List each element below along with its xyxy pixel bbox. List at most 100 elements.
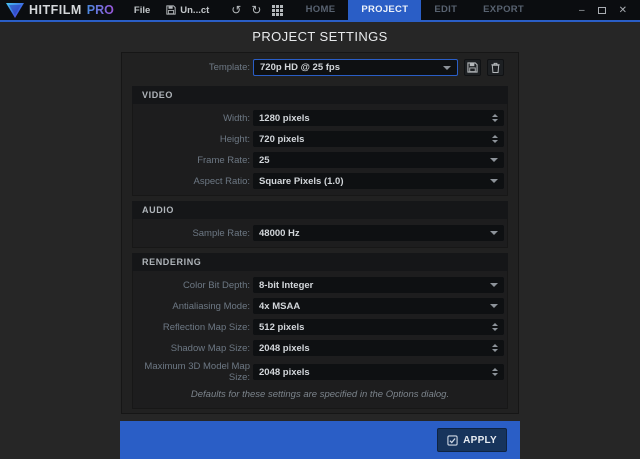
- section-note: Defaults for these settings are specifie…: [133, 388, 507, 402]
- template-row: Template: 720p HD @ 25 fps: [122, 53, 518, 81]
- antialiasing-mode-value: 4x MSAA: [259, 301, 490, 312]
- reflection-map-size-label: Reflection Map Size:: [133, 322, 250, 333]
- antialiasing-mode-field[interactable]: 4x MSAA: [253, 298, 504, 314]
- stepper-up-down-icon[interactable]: [492, 114, 498, 122]
- apply-check-icon: [447, 435, 458, 446]
- stepper-up-icon[interactable]: [492, 114, 498, 117]
- delete-template-button[interactable]: [487, 59, 504, 76]
- brand-suffix: PRO: [87, 3, 114, 17]
- save-icon: [467, 62, 478, 73]
- section-body: Width: 1280 pixels Height: 720 pixels Frame …: [132, 104, 508, 196]
- setting-row: Sample Rate: 48000 Hz: [133, 225, 507, 241]
- antialiasing-mode-label: Antialiasing Mode:: [133, 301, 250, 312]
- sample-rate-label: Sample Rate:: [133, 228, 250, 239]
- dropdown-arrow-icon: [490, 158, 498, 162]
- project-settings-panel: Template: 720p HD @ 25 fps VIDEOWidth:12…: [121, 52, 519, 414]
- dropdown-arrow-icon: [490, 283, 498, 287]
- file-menu[interactable]: File: [134, 5, 150, 16]
- stepper-down-icon[interactable]: [492, 119, 498, 122]
- dropdown-arrow-icon: [490, 179, 498, 183]
- color-bit-depth-value: 8-bit Integer: [259, 280, 490, 291]
- template-label: Template:: [130, 62, 250, 73]
- maximize-icon[interactable]: [598, 7, 606, 14]
- width-field[interactable]: 1280 pixels: [253, 110, 504, 126]
- tab-export[interactable]: EXPORT: [470, 0, 537, 20]
- frame-rate-value: 25: [259, 155, 490, 166]
- main-tabs: HOME PROJECT EDIT EXPORT: [293, 0, 537, 20]
- section-body: Sample Rate: 48000 Hz: [132, 219, 508, 248]
- reflection-map-size-field[interactable]: 512 pixels: [253, 319, 504, 335]
- apply-button[interactable]: APPLY: [437, 428, 507, 452]
- height-field[interactable]: 720 pixels: [253, 131, 504, 147]
- color-bit-depth-field[interactable]: 8-bit Integer: [253, 277, 504, 293]
- undo-icon[interactable]: ↺: [231, 4, 241, 16]
- aspect-ratio-label: Aspect Ratio:: [133, 176, 250, 187]
- hitfilm-logo-icon: [6, 3, 24, 18]
- setting-row: Frame Rate: 25: [133, 152, 507, 168]
- save-template-button[interactable]: [464, 59, 481, 76]
- stepper-down-icon[interactable]: [492, 373, 498, 376]
- stepper-up-down-icon[interactable]: [492, 323, 498, 331]
- sample-rate-value: 48000 Hz: [259, 228, 490, 239]
- project-file-button[interactable]: Un...ct: [166, 5, 209, 16]
- setting-row: Antialiasing Mode: 4x MSAA: [133, 298, 507, 314]
- workspaces-grid-icon[interactable]: [272, 5, 283, 16]
- maximum-3d-model-map-size-label: Maximum 3D Model Map Size:: [133, 361, 250, 383]
- trash-icon: [490, 62, 501, 73]
- stepper-up-icon[interactable]: [492, 135, 498, 138]
- color-bit-depth-label: Color Bit Depth:: [133, 280, 250, 291]
- save-icon: [166, 5, 176, 15]
- shadow-map-size-field[interactable]: 2048 pixels: [253, 340, 504, 356]
- shadow-map-size-value: 2048 pixels: [259, 343, 492, 354]
- settings-section-video: VIDEOWidth:1280 pixelsHeight:720 pixelsF…: [132, 86, 508, 196]
- stepper-down-icon[interactable]: [492, 328, 498, 331]
- frame-rate-field[interactable]: 25: [253, 152, 504, 168]
- setting-row: Maximum 3D Model Map Size: 2048 pixels: [133, 361, 507, 383]
- stepper-down-icon[interactable]: [492, 349, 498, 352]
- tab-home[interactable]: HOME: [293, 0, 349, 20]
- aspect-ratio-value: Square Pixels (1.0): [259, 176, 490, 187]
- settings-section-audio: AUDIO Sample Rate: 48000 Hz: [132, 201, 508, 248]
- window-controls: – ✕: [579, 5, 640, 16]
- section-body: Color Bit Depth: 8-bit Integer Antialiasin…: [132, 271, 508, 409]
- setting-row: Height: 720 pixels: [133, 131, 507, 147]
- stepper-down-icon[interactable]: [492, 140, 498, 143]
- close-icon[interactable]: ✕: [619, 5, 627, 16]
- dropdown-arrow-icon: [490, 304, 498, 308]
- stepper-up-down-icon[interactable]: [492, 368, 498, 376]
- section-header-audio: AUDIO: [132, 201, 508, 219]
- template-value: 720p HD @ 25 fps: [260, 62, 443, 73]
- dropdown-arrow-icon: [443, 66, 451, 70]
- frame-rate-label: Frame Rate:: [133, 155, 250, 166]
- page-title: PROJECT SETTINGS: [0, 22, 640, 52]
- height-value: 720 pixels: [259, 134, 492, 145]
- width-label: Width:: [133, 113, 250, 124]
- tab-edit[interactable]: EDIT: [421, 0, 470, 20]
- width-value: 1280 pixels: [259, 113, 492, 124]
- stepper-up-down-icon[interactable]: [492, 135, 498, 143]
- dropdown-arrow-icon: [490, 231, 498, 235]
- stepper-up-icon[interactable]: [492, 323, 498, 326]
- brand-name: HITFILM: [29, 3, 82, 17]
- stepper-up-icon[interactable]: [492, 368, 498, 371]
- height-label: Height:: [133, 134, 250, 145]
- maximum-3d-model-map-size-value: 2048 pixels: [259, 367, 492, 378]
- aspect-ratio-field[interactable]: Square Pixels (1.0): [253, 173, 504, 189]
- maximum-3d-model-map-size-field[interactable]: 2048 pixels: [253, 364, 504, 380]
- redo-icon[interactable]: ↻: [251, 4, 261, 16]
- setting-row: Color Bit Depth: 8-bit Integer: [133, 277, 507, 293]
- sections: VIDEOWidth:1280 pixelsHeight:720 pixelsF…: [122, 86, 518, 409]
- section-header-rendering: RENDERING: [132, 253, 508, 271]
- stepper-up-icon[interactable]: [492, 344, 498, 347]
- setting-row: Shadow Map Size: 2048 pixels: [133, 340, 507, 356]
- template-select[interactable]: 720p HD @ 25 fps: [253, 59, 458, 76]
- apply-label: APPLY: [463, 435, 497, 446]
- reflection-map-size-value: 512 pixels: [259, 322, 492, 333]
- sample-rate-field[interactable]: 48000 Hz: [253, 225, 504, 241]
- stepper-up-down-icon[interactable]: [492, 344, 498, 352]
- setting-row: Reflection Map Size: 512 pixels: [133, 319, 507, 335]
- tab-project[interactable]: PROJECT: [348, 0, 421, 20]
- settings-section-rendering: RENDERING Color Bit Depth: 8-bit Integer An…: [132, 253, 508, 409]
- shadow-map-size-label: Shadow Map Size:: [133, 343, 250, 354]
- minimize-icon[interactable]: –: [579, 5, 585, 16]
